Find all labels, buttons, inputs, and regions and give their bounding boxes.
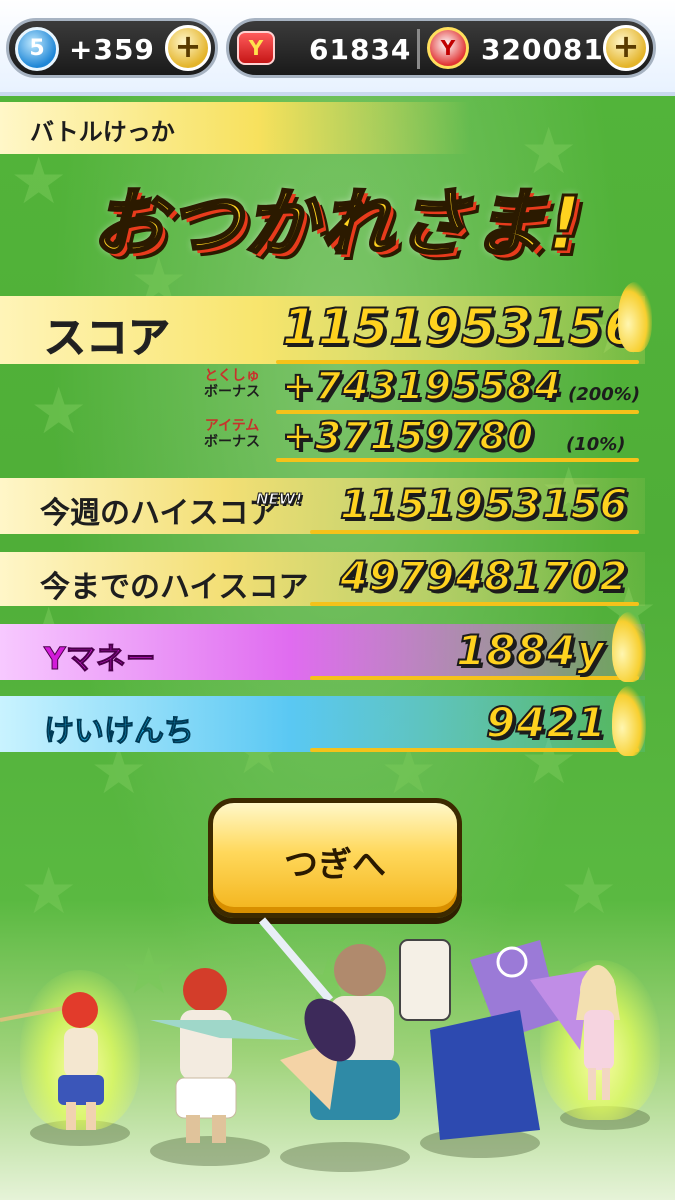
item-bonus-label: アイテム ボーナス	[196, 418, 268, 450]
all-time-high-underline	[310, 602, 639, 606]
character-5	[576, 965, 620, 1100]
money-count: 320081	[481, 33, 604, 66]
all-time-high-value: 4979481702	[339, 553, 629, 601]
weekly-high-underline	[310, 530, 639, 534]
exp-row: けいけんち 9421	[0, 696, 675, 752]
plus-icon: +	[612, 27, 640, 65]
add-money-button[interactable]: +	[603, 25, 649, 71]
character-4	[430, 940, 590, 1140]
money-row: Yマネー 1884y	[0, 624, 675, 680]
stamina-level: 5	[29, 36, 45, 61]
page-title: おつかれさま!	[90, 180, 584, 269]
weekly-high-value: 1151953156	[339, 481, 629, 529]
weekly-high-score-row: 今週のハイスコア NEW! 1151953156	[0, 478, 675, 534]
money-value: 1884y	[455, 625, 606, 676]
money-icon: Y	[427, 27, 469, 69]
special-bonus-percent: (200%)	[568, 384, 641, 405]
item-bonus-row: アイテム ボーナス +37159780 (10%)	[0, 413, 675, 462]
money-label: Yマネー	[44, 642, 157, 678]
new-badge: NEW!	[255, 490, 303, 509]
exp-value: 9421	[485, 697, 607, 748]
character-1	[0, 992, 104, 1130]
special-bonus-label-line1: とくしゅ	[204, 368, 260, 384]
add-stamina-button[interactable]: +	[165, 25, 211, 71]
special-bonus-value: +743195584	[281, 363, 562, 409]
character-2	[150, 968, 300, 1143]
item-bonus-label-line1: アイテム	[204, 418, 260, 434]
score-value: 1151953156	[281, 297, 640, 357]
item-bonus-percent: (10%)	[566, 434, 626, 455]
currency-counter: Y 61834 Y 320081 +	[226, 18, 656, 78]
next-button[interactable]: つぎへ	[208, 798, 462, 918]
status-bar: 5 +359 + Y 61834 Y 320081 +	[0, 0, 675, 96]
currency-divider	[417, 29, 420, 69]
weekly-high-label: 今週のハイスコア	[40, 496, 279, 531]
special-bonus-label: とくしゅ ボーナス	[196, 368, 268, 400]
party-artwork	[0, 917, 620, 1143]
stamina-icon: 5	[15, 27, 59, 71]
exp-underline	[310, 748, 639, 752]
party-characters	[0, 910, 675, 1200]
next-button-label: つぎへ	[284, 845, 386, 885]
all-time-high-label: 今までのハイスコア	[40, 570, 309, 605]
score-label: スコア	[43, 313, 171, 363]
money-underline	[310, 676, 639, 680]
item-bonus-value: +37159780	[281, 413, 535, 459]
battle-result-header: バトルけっか	[0, 102, 470, 154]
stamina-counter: 5 +359 +	[6, 18, 218, 78]
stamina-plus-count: +359	[69, 33, 155, 66]
exp-flame-decoration	[612, 686, 646, 756]
score-row: スコア 1151953156	[0, 296, 675, 364]
ticket-icon: Y	[237, 31, 275, 65]
special-bonus-row: とくしゅ ボーナス +743195584 (200%)	[0, 363, 675, 414]
special-bonus-label-line2: ボーナス	[204, 384, 260, 400]
exp-label: けいけんち	[44, 714, 195, 750]
section-label-text: バトルけっか	[30, 118, 175, 146]
money-flame-decoration	[612, 612, 646, 682]
all-time-high-score-row: 今までのハイスコア 4979481702	[0, 552, 675, 606]
score-flame-decoration	[618, 282, 652, 352]
item-bonus-label-line2: ボーナス	[204, 434, 260, 450]
ticket-count: 61834	[309, 33, 412, 66]
character-3	[258, 917, 451, 1120]
plus-icon: +	[174, 27, 202, 65]
item-bonus-underline	[276, 458, 639, 462]
